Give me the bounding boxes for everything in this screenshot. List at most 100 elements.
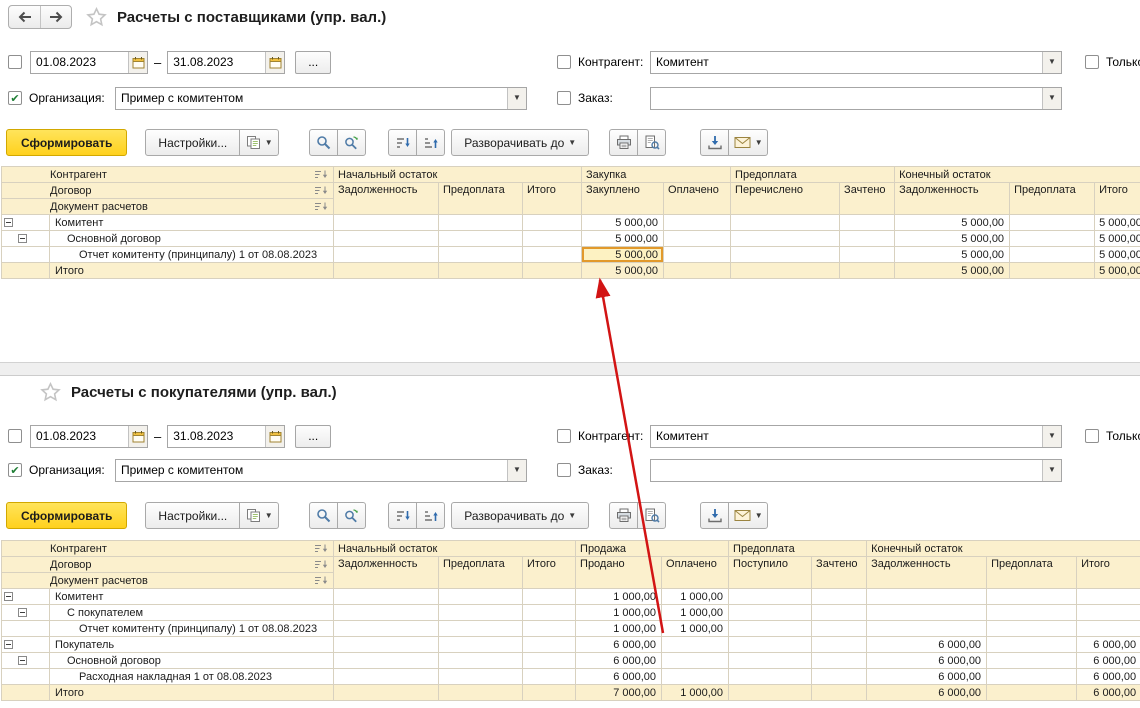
cell[interactable]: 1 000,00 — [576, 605, 662, 621]
expand-to-button[interactable]: Разворачивать до ▼ — [451, 129, 589, 156]
cell[interactable] — [812, 685, 867, 701]
sort-desc-button[interactable] — [388, 129, 417, 156]
cell[interactable] — [867, 605, 987, 621]
cell[interactable] — [840, 247, 895, 263]
settings-button[interactable]: Настройки... — [145, 502, 240, 529]
cell[interactable] — [987, 589, 1077, 605]
cell[interactable] — [523, 589, 576, 605]
dropdown-button[interactable]: ▼ — [1042, 426, 1061, 447]
cell[interactable] — [664, 215, 731, 231]
column-header-counterparty[interactable]: Контрагент — [2, 167, 334, 183]
cell[interactable] — [1010, 263, 1095, 279]
row-label[interactable]: Отчет комитенту (принципалу) 1 от 08.08.… — [50, 247, 334, 263]
cell[interactable]: 6 000,00 — [1077, 685, 1140, 701]
counterparty-value[interactable]: Комитент — [651, 426, 1042, 447]
table-row[interactable]: С покупателем 1 000,00 1 000,00 — [2, 605, 1140, 621]
cell[interactable] — [812, 637, 867, 653]
column-header[interactable]: Задолженность — [334, 557, 439, 589]
sort-desc-button[interactable] — [388, 502, 417, 529]
cell[interactable] — [523, 263, 582, 279]
generate-button[interactable]: Сформировать — [6, 502, 127, 529]
cell[interactable] — [731, 247, 840, 263]
cell[interactable] — [439, 685, 523, 701]
group-header[interactable]: Конечный остаток — [895, 167, 1140, 183]
organization-value[interactable]: Пример с комитентом — [116, 460, 507, 481]
forward-button[interactable] — [40, 6, 71, 28]
save-result-button[interactable] — [700, 502, 729, 529]
column-header[interactable]: Задолженность — [867, 557, 987, 589]
column-header-counterparty[interactable]: Контрагент — [2, 541, 334, 557]
table-row[interactable]: Отчет комитенту (принципалу) 1 от 08.08.… — [2, 247, 1140, 263]
cell[interactable] — [729, 605, 812, 621]
cell[interactable]: 1 000,00 — [576, 589, 662, 605]
order-value[interactable] — [651, 460, 1042, 481]
cell[interactable] — [523, 669, 576, 685]
column-header[interactable]: Итого — [523, 557, 576, 589]
order-checkbox[interactable] — [557, 91, 571, 105]
row-label[interactable]: Комитент — [50, 589, 334, 605]
column-header[interactable]: Предоплата — [439, 557, 523, 589]
column-header[interactable]: Задолженность — [334, 183, 439, 215]
sort-icon[interactable] — [314, 543, 329, 554]
table-row[interactable]: Основной договор 6 000,00 6 000,00 6 000… — [2, 653, 1140, 669]
total-row[interactable]: Итого 7 000,00 1 000,00 6 000,00 6 000,0… — [2, 685, 1140, 701]
send-email-button[interactable]: ▼ — [728, 502, 768, 529]
group-header[interactable]: Продажа — [576, 541, 729, 557]
cell[interactable] — [664, 231, 731, 247]
send-email-button[interactable]: ▼ — [728, 129, 768, 156]
column-header[interactable]: Предоплата — [439, 183, 523, 215]
period-checkbox[interactable] — [8, 55, 22, 69]
table-row[interactable]: Отчет комитенту (принципалу) 1 от 08.08.… — [2, 621, 1140, 637]
cell[interactable]: 5 000,00 — [582, 215, 664, 231]
date-from-value[interactable]: 01.08.2023 — [31, 52, 128, 73]
cell[interactable]: 5 000,00 — [1095, 215, 1140, 231]
sort-icon[interactable] — [314, 559, 329, 570]
cell[interactable] — [662, 653, 729, 669]
group-header[interactable]: Конечный остаток — [867, 541, 1140, 557]
find-reset-button[interactable] — [337, 129, 366, 156]
cell[interactable] — [729, 653, 812, 669]
column-header-document[interactable]: Документ расчетов — [2, 573, 334, 589]
only-checkbox[interactable] — [1085, 55, 1099, 69]
cell[interactable]: 5 000,00 — [582, 263, 664, 279]
cell[interactable] — [662, 669, 729, 685]
cell[interactable]: 6 000,00 — [1077, 653, 1140, 669]
cell[interactable] — [664, 263, 731, 279]
counterparty-value[interactable]: Комитент — [651, 52, 1042, 73]
organization-value[interactable]: Пример с комитентом — [116, 88, 507, 109]
row-label[interactable]: Итого — [50, 263, 334, 279]
cell[interactable] — [439, 653, 523, 669]
cell[interactable] — [987, 653, 1077, 669]
column-header[interactable]: Поступило — [729, 557, 812, 589]
cell[interactable] — [812, 653, 867, 669]
cell[interactable]: 6 000,00 — [867, 653, 987, 669]
print-button[interactable] — [609, 502, 638, 529]
date-to-value[interactable]: 31.08.2023 — [168, 52, 265, 73]
total-row[interactable]: Итого 5 000,00 5 000,00 5 000,00 — [2, 263, 1140, 279]
cell[interactable] — [729, 669, 812, 685]
cell[interactable] — [523, 231, 582, 247]
period-more-button[interactable]: ... — [295, 51, 331, 74]
cell[interactable]: 1 000,00 — [662, 685, 729, 701]
row-label[interactable]: Покупатель — [50, 637, 334, 653]
column-header[interactable]: Предоплата — [987, 557, 1077, 589]
cell[interactable] — [334, 263, 439, 279]
favorite-star-icon[interactable] — [86, 7, 107, 27]
cell[interactable]: 5 000,00 — [895, 247, 1010, 263]
column-header[interactable]: Зачтено — [812, 557, 867, 589]
calendar-button[interactable] — [265, 426, 284, 447]
group-header[interactable]: Предоплата — [731, 167, 895, 183]
cell[interactable] — [439, 669, 523, 685]
column-header[interactable]: Оплачено — [662, 557, 729, 589]
cell[interactable] — [523, 247, 582, 263]
cell[interactable]: 7 000,00 — [576, 685, 662, 701]
row-label[interactable]: Отчет комитенту (принципалу) 1 от 08.08.… — [50, 621, 334, 637]
collapse-icon[interactable] — [4, 218, 13, 227]
cell[interactable] — [523, 621, 576, 637]
cell[interactable] — [731, 263, 840, 279]
cell[interactable] — [1077, 589, 1140, 605]
date-from-value[interactable]: 01.08.2023 — [31, 426, 128, 447]
dropdown-button[interactable]: ▼ — [1042, 460, 1061, 481]
organization-field[interactable]: Пример с комитентом ▼ — [115, 87, 527, 110]
date-to-value[interactable]: 31.08.2023 — [168, 426, 265, 447]
